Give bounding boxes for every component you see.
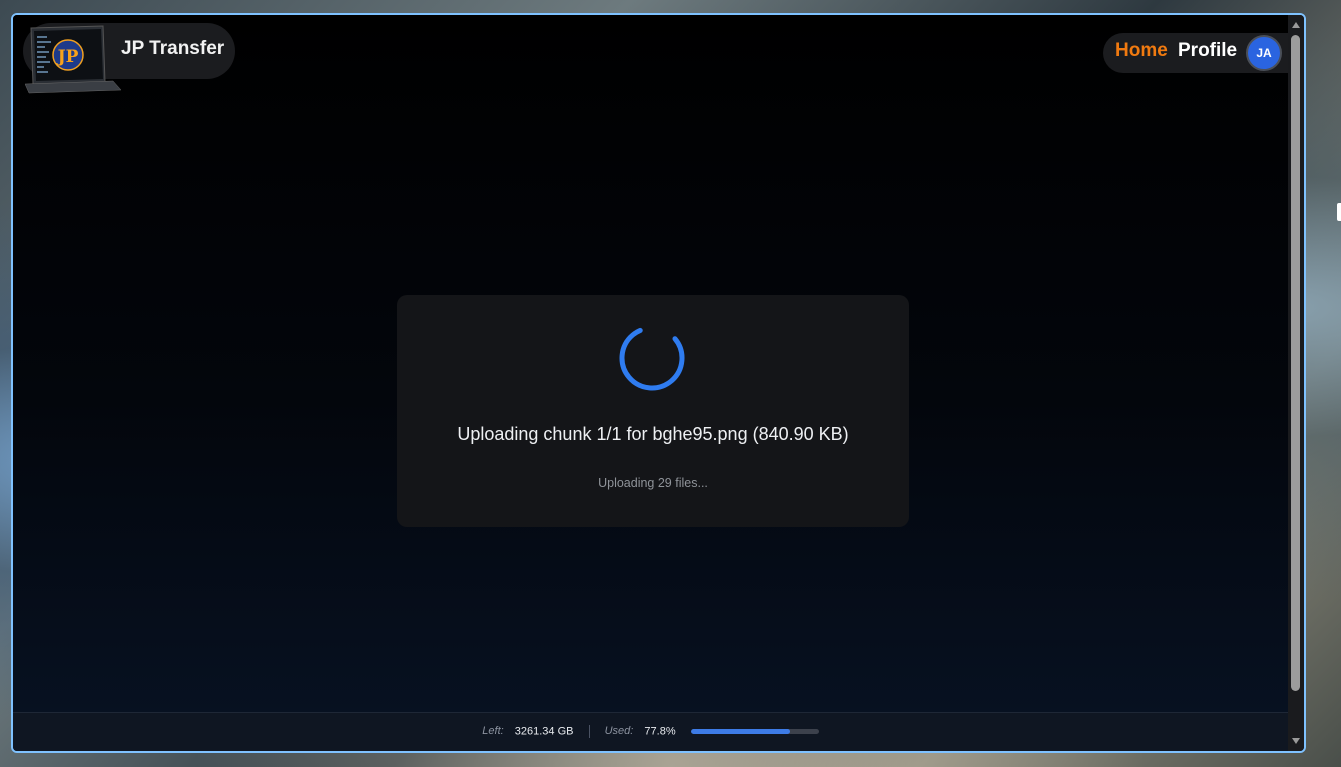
upload-files-subtext: Uploading 29 files... (598, 476, 708, 490)
storage-usage-fill (690, 729, 791, 734)
top-nav: Home Profile JA (1103, 33, 1288, 73)
loading-spinner-icon (619, 325, 685, 391)
footer-divider (588, 725, 590, 738)
scroll-up-arrow-icon[interactable] (1292, 22, 1300, 28)
laptop-logo-icon: JP (25, 25, 121, 94)
scroll-down-arrow-icon[interactable] (1292, 738, 1300, 744)
nav-home-link[interactable]: Home (1115, 40, 1168, 62)
logo-text: JP (56, 47, 79, 67)
app-window: JP Transfer JP Home Profile JA Uploading… (11, 13, 1306, 753)
app-title: JP Transfer (121, 38, 225, 59)
edge-handle (1337, 203, 1341, 221)
scrollbar-thumb[interactable] (1291, 35, 1300, 691)
upload-status-text: Uploading chunk 1/1 for bghe95.png (840.… (457, 424, 849, 444)
main-content: JP Transfer JP Home Profile JA Uploading… (13, 15, 1288, 713)
upload-progress-dialog: Uploading chunk 1/1 for bghe95.png (840.… (397, 295, 909, 527)
storage-used-value: 77.8% (644, 725, 676, 738)
nav-profile-link[interactable]: Profile (1178, 40, 1237, 62)
storage-usage-bar (690, 729, 819, 734)
storage-used-label: Used: (604, 725, 634, 738)
storage-footer: Left: 3261.34 GB Used: 77.8% (13, 712, 1288, 751)
user-avatar[interactable]: JA (1246, 35, 1282, 71)
storage-left-label: Left: (482, 725, 504, 738)
storage-left-value: 3261.34 GB (514, 725, 574, 738)
vertical-scrollbar[interactable] (1288, 15, 1304, 751)
